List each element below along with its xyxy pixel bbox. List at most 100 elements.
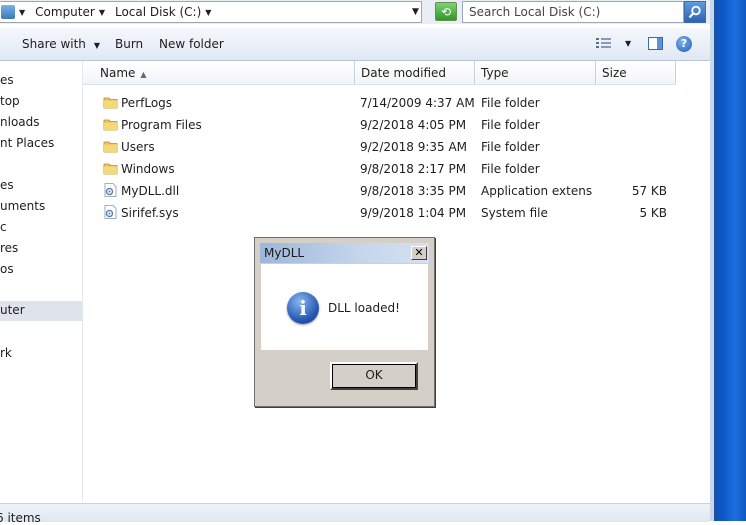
computer-icon — [1, 5, 15, 19]
dll-file-icon — [104, 183, 117, 197]
nav-item-label: nloads — [0, 115, 40, 129]
column-header-date[interactable]: Date modified — [355, 61, 475, 85]
nav-item-network[interactable]: rk — [0, 346, 82, 364]
breadcrumb-local-disk[interactable]: Local Disk (C:) ▼ — [115, 5, 215, 19]
address-history-dropdown-icon[interactable]: ▼ — [412, 7, 419, 17]
folder-icon — [103, 163, 118, 175]
file-size: 5 KB — [639, 206, 667, 220]
breadcrumb-label: Computer — [35, 5, 95, 19]
nav-item-label: os — [0, 262, 14, 276]
file-row[interactable]: MyDLL.dll 9/8/2018 3:35 PM Application e… — [83, 180, 683, 202]
burn-button[interactable]: Burn — [115, 37, 143, 51]
file-name: PerfLogs — [121, 96, 173, 110]
column-header-name[interactable]: Name ▲ — [83, 61, 355, 85]
breadcrumb-computer[interactable]: Computer ▼ — [35, 5, 109, 19]
nav-item-music[interactable]: c — [0, 220, 82, 238]
column-header-type[interactable]: Type — [475, 61, 596, 85]
dialog-body: i DLL loaded! — [261, 264, 428, 350]
view-options-chevron-icon[interactable]: ▼ — [625, 39, 631, 48]
file-date: 9/2/2018 4:05 PM — [360, 118, 467, 132]
folder-icon — [103, 119, 118, 131]
folder-icon — [103, 141, 118, 153]
file-type: File folder — [481, 162, 540, 176]
nav-item-label: uments — [0, 199, 46, 213]
nav-item-documents[interactable]: uments — [0, 199, 82, 217]
file-type: File folder — [481, 96, 540, 110]
breadcrumb-label: Local Disk (C:) — [114, 5, 202, 19]
file-date: 9/8/2018 3:35 PM — [360, 184, 467, 198]
nav-item-videos[interactable]: os — [0, 262, 82, 280]
nav-item-label: top — [0, 94, 20, 108]
file-type: System file — [481, 206, 548, 220]
nav-item-favorites[interactable]: es — [0, 73, 82, 91]
file-type: Application extens... — [481, 184, 593, 198]
file-name: Sirifef.sys — [121, 206, 179, 220]
share-with-button[interactable]: Share with ▼ — [22, 37, 100, 51]
file-row[interactable]: Sirifef.sys 9/9/2018 1:04 PM System file… — [83, 202, 683, 224]
file-type: File folder — [481, 140, 540, 154]
command-bar: Share with ▼ Burn New folder ▼ ? — [0, 28, 710, 61]
file-row[interactable]: Users 9/2/2018 9:35 AM File folder — [83, 136, 683, 158]
file-size: 57 KB — [631, 184, 667, 198]
nav-item-downloads[interactable]: nloads — [0, 115, 82, 133]
navigation-pane: es top nloads nt Places es uments c res … — [0, 61, 83, 502]
change-view-icon[interactable] — [596, 37, 612, 49]
column-header-label: Name — [100, 66, 136, 80]
search-button[interactable] — [684, 1, 706, 23]
column-header-size[interactable]: Size — [596, 61, 676, 85]
file-row[interactable]: PerfLogs 7/14/2009 4:37 AM File folder — [83, 92, 683, 114]
nav-item-computer[interactable]: uter — [0, 301, 82, 321]
message-dialog: MyDLL ✕ i DLL loaded! OK — [254, 237, 435, 407]
info-icon: i — [287, 292, 319, 324]
chevron-down-icon: ▼ — [93, 41, 101, 50]
file-name: Users — [121, 140, 155, 154]
dialog-message: DLL loaded! — [328, 301, 400, 315]
breadcrumb[interactable]: ▼ Computer ▼ Local Disk (C:) ▼ — [0, 1, 422, 23]
file-row[interactable]: Program Files 9/2/2018 4:05 PM File fold… — [83, 114, 683, 136]
chevron-down-icon[interactable]: ▼ — [205, 8, 211, 17]
nav-item-label: nt Places — [0, 136, 55, 150]
status-bar: 6 items — [0, 503, 710, 525]
chevron-down-icon[interactable]: ▼ — [19, 8, 25, 17]
file-name: Windows — [121, 162, 175, 176]
nav-item-recent-places[interactable]: nt Places — [0, 136, 82, 154]
column-header-label: Date modified — [361, 66, 447, 80]
ok-button[interactable]: OK — [330, 362, 418, 390]
column-header-label: Size — [602, 66, 627, 80]
refresh-button[interactable]: ⟲ — [435, 2, 457, 21]
file-date: 7/14/2009 4:37 AM — [360, 96, 475, 110]
nav-item-label: rk — [0, 346, 12, 360]
new-folder-button[interactable]: New folder — [159, 37, 224, 51]
dialog-title-bar[interactable]: MyDLL ✕ — [260, 243, 429, 263]
file-date: 9/2/2018 9:35 AM — [360, 140, 468, 154]
file-type: File folder — [481, 118, 540, 132]
close-icon[interactable]: ✕ — [411, 246, 427, 260]
nav-item-pictures[interactable]: res — [0, 241, 82, 259]
nav-item-libraries[interactable]: es — [0, 178, 82, 196]
nav-item-label: es — [0, 178, 14, 192]
folder-icon — [103, 97, 118, 109]
chevron-down-icon[interactable]: ▼ — [99, 8, 105, 17]
file-name: MyDLL.dll — [121, 184, 180, 198]
nav-item-label: c — [0, 220, 7, 234]
share-with-label: Share with — [22, 37, 86, 51]
nav-item-desktop[interactable]: top — [0, 94, 82, 112]
refresh-icon: ⟲ — [440, 5, 452, 19]
search-icon — [688, 5, 701, 19]
dialog-title: MyDLL — [264, 246, 305, 260]
item-count: 6 items — [0, 511, 41, 525]
file-date: 9/9/2018 1:04 PM — [360, 206, 467, 220]
preview-pane-icon[interactable] — [648, 37, 663, 50]
desktop-background — [710, 0, 746, 521]
burn-label: Burn — [115, 37, 144, 51]
sys-file-icon — [104, 205, 117, 219]
nav-item-label: res — [0, 241, 19, 255]
help-icon[interactable]: ? — [676, 36, 692, 52]
column-header-label: Type — [481, 66, 509, 80]
file-date: 9/8/2018 2:17 PM — [360, 162, 467, 176]
search-placeholder: Search Local Disk (C:) — [469, 5, 601, 19]
file-row[interactable]: Windows 9/8/2018 2:17 PM File folder — [83, 158, 683, 180]
nav-item-label: es — [0, 73, 14, 87]
new-folder-label: New folder — [159, 37, 224, 51]
search-input[interactable]: Search Local Disk (C:) — [462, 1, 684, 23]
